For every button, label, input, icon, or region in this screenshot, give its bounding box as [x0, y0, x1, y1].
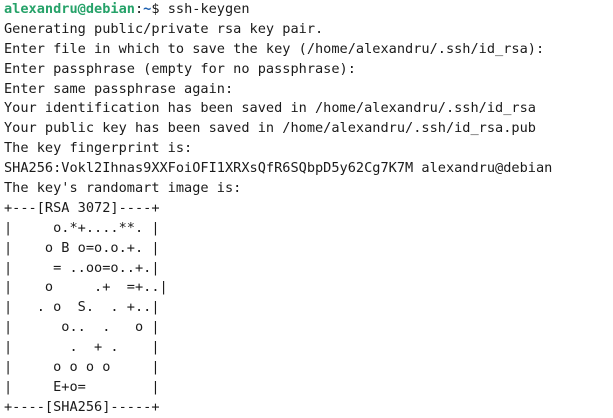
command-text: ssh-keygen [167, 1, 250, 17]
output-line: The key fingerprint is: [4, 140, 193, 157]
prompt-separator: : [134, 1, 144, 17]
output-line: Enter passphrase (empty for no passphras… [4, 60, 356, 77]
randomart-line: | o o o o | [4, 359, 160, 376]
terminal-window[interactable]: alexandru@debian:~$ ssh-keygen Generatin… [0, 0, 613, 418]
prompt-user-host: alexandru@debian [4, 1, 135, 17]
randomart-line: | o B o=o.o.+. | [4, 239, 160, 256]
randomart-line: | . o S. . +..| [4, 299, 160, 316]
randomart-line: | o.*+....**. | [4, 219, 160, 236]
randomart-line: +----[SHA256]-----+ [4, 398, 160, 415]
randomart-line: | o .+ =+..| [4, 279, 168, 296]
output-line: Generating public/private rsa key pair. [4, 20, 324, 37]
output-line: Enter same passphrase again: [4, 80, 234, 97]
randomart-line: | E+o= | [4, 378, 160, 395]
randomart-line: | . + . | [4, 339, 160, 356]
fingerprint-line: SHA256:Vokl2Ihnas9XXFoiOFI1XRXsQfR6SQbpD… [4, 160, 553, 177]
output-line: Your public key has been saved in /home/… [4, 120, 536, 137]
output-line: Your identification has been saved in /h… [4, 100, 536, 117]
randomart-line: +---[RSA 3072]----+ [4, 199, 160, 216]
randomart-line: | o.. . o | [4, 319, 160, 336]
prompt-symbol: $ [151, 1, 168, 17]
output-line: The key's randomart image is: [4, 180, 242, 197]
prompt-line: alexandru@debian:~$ ssh-keygen [4, 0, 613, 20]
randomart-line: | = ..oo=o..+.| [4, 259, 160, 276]
output-line: Enter file in which to save the key (/ho… [4, 40, 545, 57]
